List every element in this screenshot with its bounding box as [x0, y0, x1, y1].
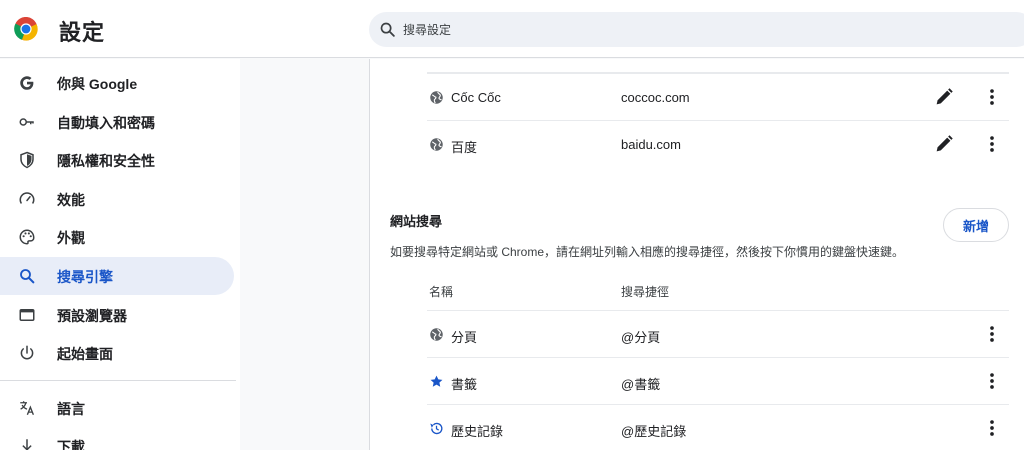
- star-icon: [430, 375, 443, 387]
- column-header-shortcut: 搜尋捷徑: [621, 285, 670, 299]
- sidebar-item-label: 下載: [57, 439, 85, 450]
- shield-icon: [20, 151, 34, 169]
- site-search-name: 書籤: [451, 377, 478, 392]
- palette-icon: [19, 229, 35, 245]
- sidebar-item-performance[interactable]: 效能: [0, 180, 234, 218]
- browser-window-icon: [19, 309, 35, 321]
- power-icon: [20, 345, 34, 360]
- site-search-row-history: 歷史記錄 @歷史記錄: [427, 404, 1009, 450]
- sidebar-item-label: 外觀: [57, 230, 85, 246]
- sidebar-item-on-startup[interactable]: 起始畫面: [0, 334, 234, 372]
- sidebar-item-languages[interactable]: 語言: [0, 389, 234, 427]
- site-search-name: 分頁: [451, 330, 478, 345]
- sidebar-item-privacy[interactable]: 隱私權和安全性: [0, 141, 234, 179]
- sidebar-item-label: 你與 Google: [57, 76, 138, 92]
- more-vert-icon[interactable]: [981, 323, 1003, 345]
- sidebar-item-label: 效能: [57, 192, 85, 208]
- sidebar-item-default-browser[interactable]: 預設瀏覽器: [0, 296, 234, 334]
- site-search-shortcut: @歷史記錄: [621, 424, 687, 439]
- sidebar-item-label: 預設瀏覽器: [57, 308, 127, 324]
- search-engine-row-coccoc: Cốc Cốc coccoc.com: [427, 73, 1009, 120]
- search-engine-name: Cốc Cốc: [451, 90, 501, 105]
- sidebar-item-you-and-google[interactable]: 你與 Google: [0, 64, 234, 102]
- column-header-name: 名稱: [429, 285, 454, 299]
- pencil-icon[interactable]: [933, 86, 955, 108]
- page-title: 設定: [59, 20, 106, 45]
- sidebar-item-appearance[interactable]: 外觀: [0, 218, 234, 256]
- search-engine-keyword: coccoc.com: [621, 90, 690, 105]
- sidebar-item-autofill[interactable]: 自動填入和密碼: [0, 103, 234, 141]
- search-engine-name: 百度: [451, 140, 478, 155]
- sidebar-item-label: 語言: [57, 401, 85, 417]
- key-icon: [19, 118, 34, 126]
- site-search-name: 歷史記錄: [451, 424, 504, 439]
- sidebar-item-label: 起始畫面: [57, 346, 113, 362]
- more-vert-icon[interactable]: [981, 133, 1003, 155]
- sidebar-item-label: 隱私權和安全性: [57, 153, 155, 169]
- translate-icon: [20, 401, 35, 416]
- search-engine-row-baidu: 百度 baidu.com: [427, 120, 1009, 167]
- pencil-icon[interactable]: [933, 133, 955, 155]
- settings-search-input[interactable]: [403, 12, 1003, 47]
- globe-icon: [430, 91, 443, 104]
- search-icon: [380, 22, 395, 37]
- more-vert-icon[interactable]: [981, 370, 1003, 392]
- search-icon: [20, 269, 35, 284]
- google-g-icon: [20, 76, 34, 90]
- globe-icon: [430, 138, 443, 151]
- search-engine-panel: Cốc Cốc coccoc.com 百度 baidu.com 網站搜尋 新增 …: [369, 59, 1024, 450]
- site-search-shortcut: @分頁: [621, 330, 661, 345]
- add-site-search-button[interactable]: 新增: [943, 208, 1009, 242]
- more-vert-icon[interactable]: [981, 417, 1003, 439]
- top-bar: 設定: [0, 0, 1024, 58]
- site-search-description: 如要搜尋特定網站或 Chrome，請在網址列輸入相應的搜尋捷徑，然後按下你慣用的…: [390, 245, 905, 259]
- globe-icon: [430, 328, 443, 341]
- sidebar-item-label: 搜尋引擎: [57, 269, 113, 285]
- history-icon: [430, 422, 443, 435]
- search-engine-keyword: baidu.com: [621, 137, 681, 152]
- site-search-row-tabs: 分頁 @分頁: [427, 310, 1009, 357]
- more-vert-icon[interactable]: [981, 86, 1003, 108]
- sidebar-item-label: 自動填入和密碼: [57, 115, 155, 131]
- site-search-row-bookmarks: 書籤 @書籤: [427, 357, 1009, 404]
- sidebar-item-downloads[interactable]: 下載: [0, 427, 234, 450]
- sidebar-divider: [0, 380, 236, 381]
- chrome-logo-icon: [14, 17, 38, 41]
- speedometer-icon: [19, 192, 35, 204]
- sidebar-item-search-engine[interactable]: 搜尋引擎: [0, 257, 234, 295]
- site-search-shortcut: @書籤: [621, 377, 661, 392]
- site-search-heading: 網站搜尋: [390, 214, 443, 229]
- settings-search-box[interactable]: [369, 12, 1024, 47]
- sidebar-nav: 你與 Google 自動填入和密碼 隱私權和安全性 效能 外觀 搜尋引擎 預設瀏…: [0, 59, 240, 450]
- download-icon: [22, 439, 32, 450]
